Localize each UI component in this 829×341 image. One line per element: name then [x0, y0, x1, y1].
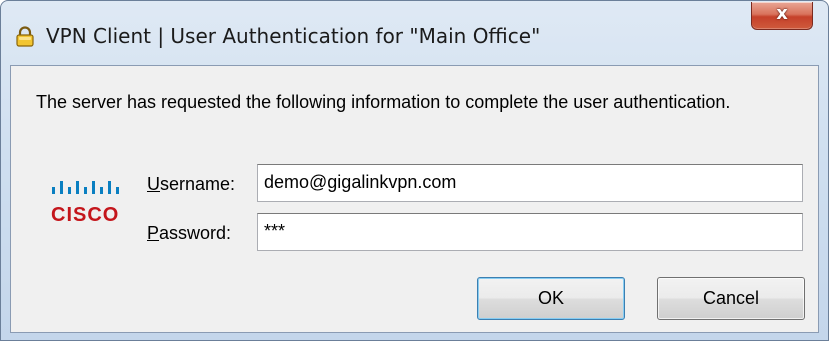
dialog-window: VPN Client | User Authentication for "Ma… [0, 0, 829, 341]
cisco-bars-icon [52, 181, 119, 194]
ok-button[interactable]: OK [477, 277, 625, 320]
cisco-logo: CISCO [49, 172, 135, 232]
password-label: Password: [147, 223, 232, 243]
username-input[interactable]: demo@gigalinkvpn.com [257, 164, 803, 202]
dialog-body: The server has requested the following i… [10, 65, 819, 333]
close-button[interactable]: x [751, 2, 813, 30]
cisco-wordmark: CISCO [51, 204, 120, 226]
title-bar[interactable]: VPN Client | User Authentication for "Ma… [1, 1, 828, 65]
vpn-lock-icon [16, 26, 34, 47]
username-label: Username: [147, 174, 236, 194]
close-icon: x [776, 3, 788, 24]
window-title: VPN Client | User Authentication for "Ma… [46, 24, 541, 48]
password-input[interactable]: *** [257, 213, 803, 251]
auth-message: The server has requested the following i… [36, 92, 731, 112]
cancel-button[interactable]: Cancel [657, 277, 805, 320]
